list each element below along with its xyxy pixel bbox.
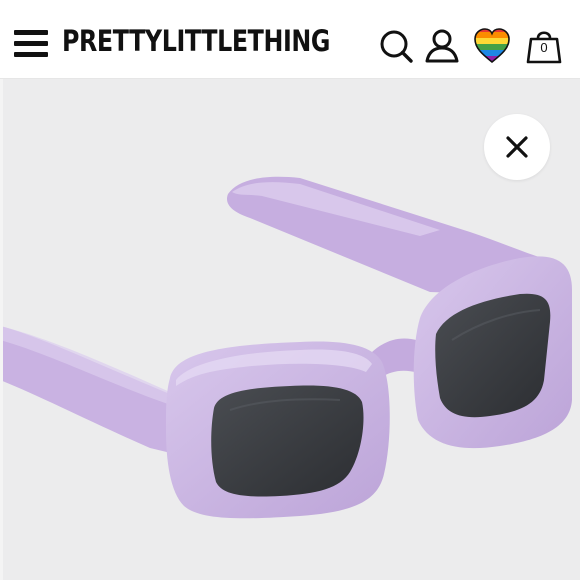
viewer-edge [0, 79, 3, 580]
close-icon [506, 136, 528, 158]
bag-count: 0 [540, 40, 548, 55]
search-icon[interactable] [376, 26, 416, 66]
menu-icon[interactable] [14, 28, 48, 60]
rainbow-heart-icon[interactable] [472, 26, 512, 66]
brand-logo[interactable]: PRETTYLITTLETHING [62, 24, 330, 58]
account-icon[interactable] [422, 26, 462, 66]
site-header: PRETTYLITTLETHING 0 [0, 0, 580, 79]
bag-icon[interactable]: 0 [524, 26, 564, 66]
close-button[interactable] [484, 114, 550, 180]
